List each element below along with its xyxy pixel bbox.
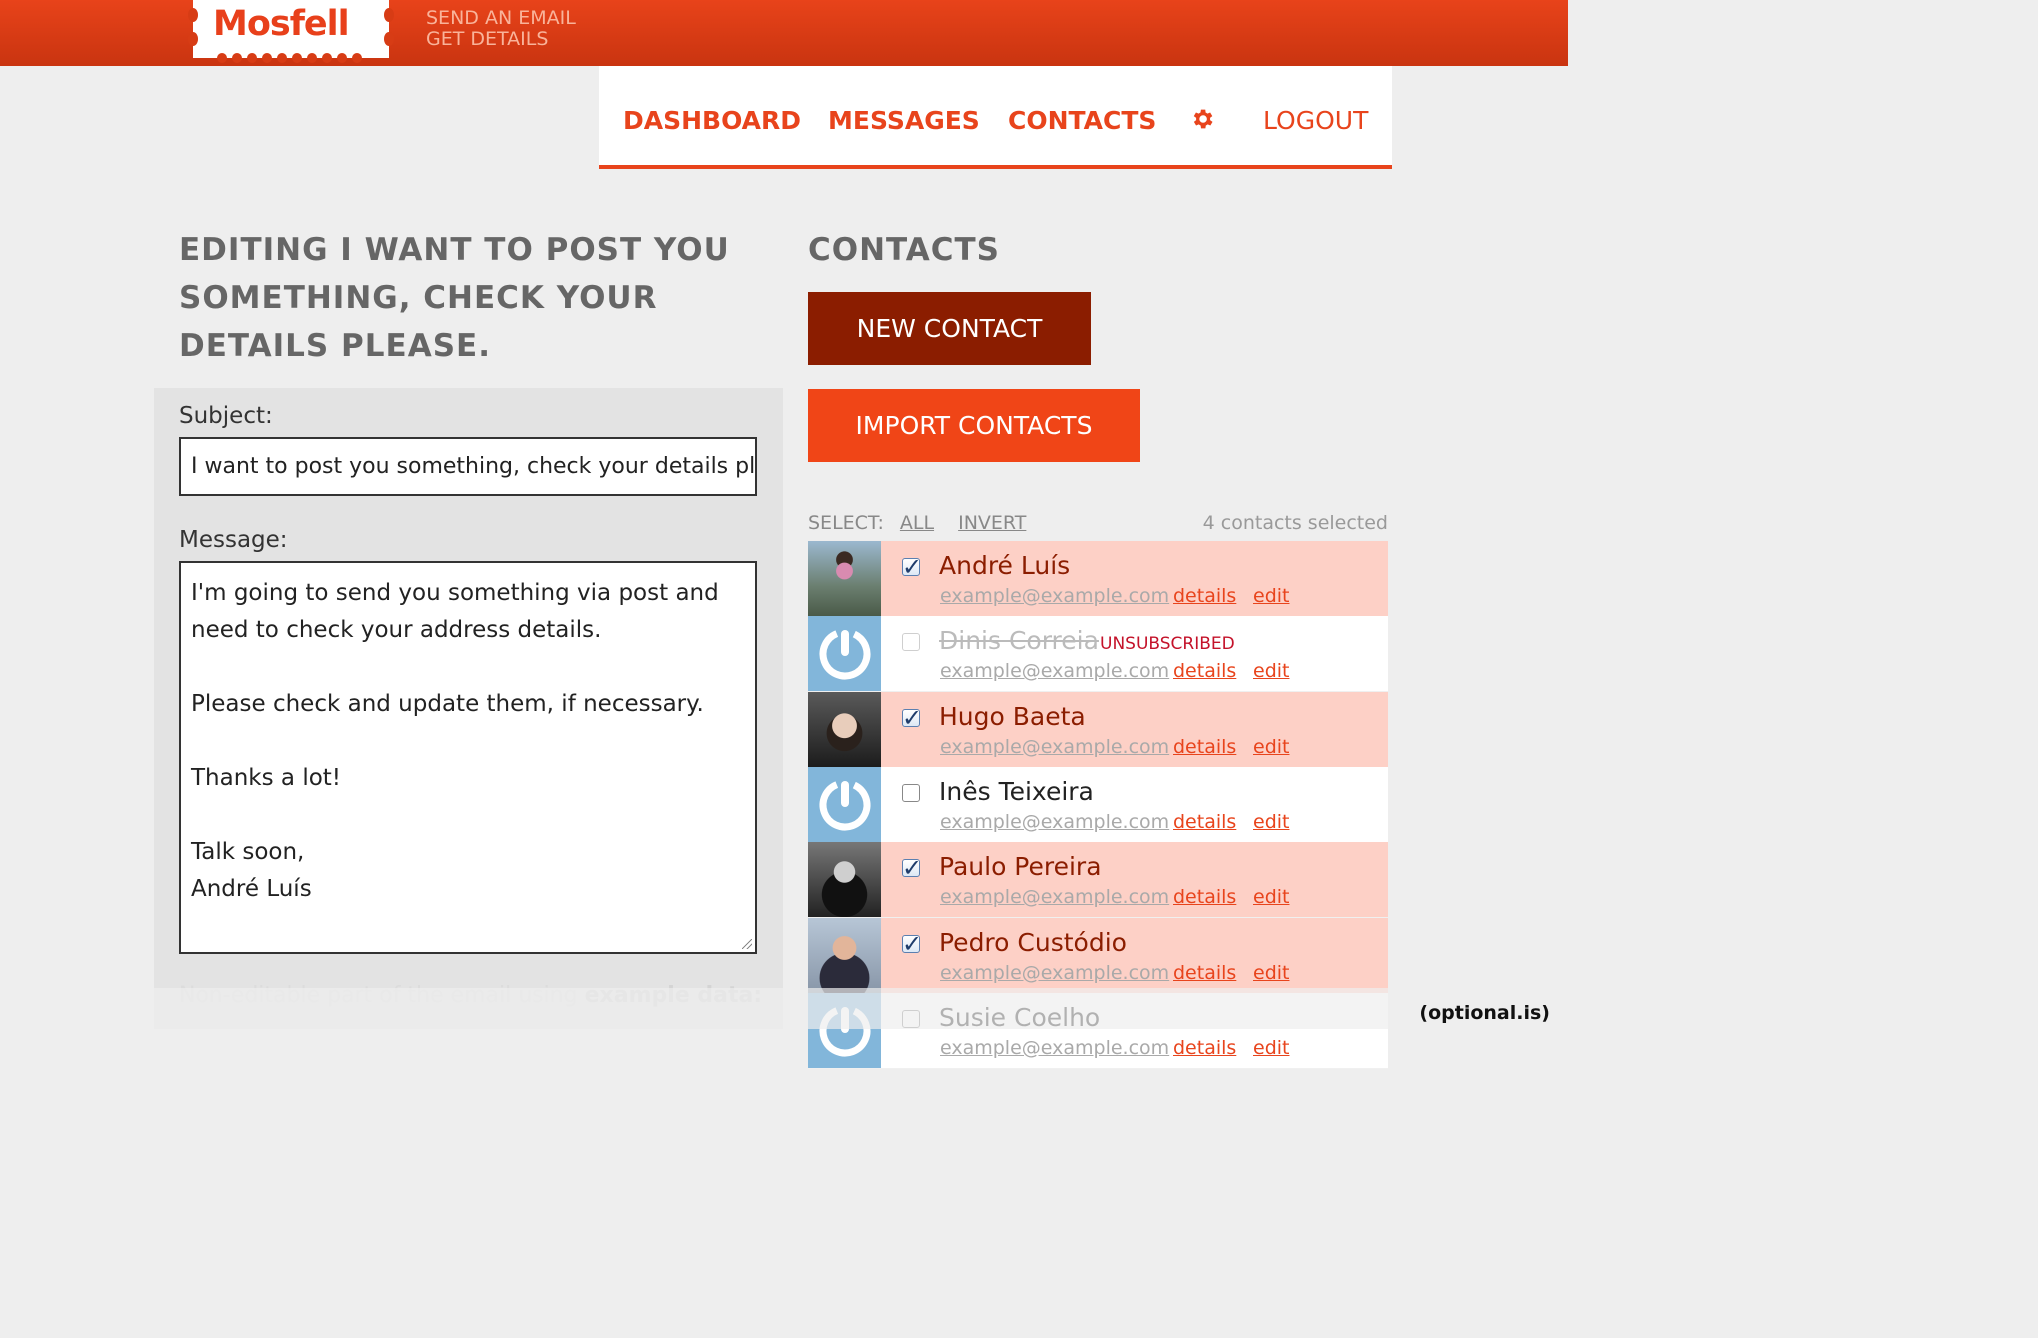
- logo-stamp-edge: [217, 53, 362, 63]
- nav-messages[interactable]: MESSAGES: [828, 106, 980, 135]
- contact-name: Hugo Baeta: [939, 701, 1086, 731]
- contact-details-link[interactable]: details: [1173, 886, 1236, 908]
- contact-name: Pedro Custódio: [939, 927, 1127, 957]
- contact-checkbox[interactable]: ✓: [902, 854, 922, 882]
- subject-label: Subject:: [179, 403, 273, 429]
- contact-row[interactable]: Dinis Correia UNSUBSCRIBED example@example…: [808, 616, 1388, 693]
- message-line: Talk soon,: [191, 839, 305, 865]
- contact-details-link[interactable]: details: [1173, 585, 1236, 607]
- checkmark-icon: ✓: [902, 854, 923, 883]
- contact-details-link[interactable]: details: [1173, 736, 1236, 758]
- avatar: [808, 917, 881, 993]
- contact-checkbox[interactable]: [902, 633, 920, 652]
- contact-email-link[interactable]: example@example.com: [940, 886, 1169, 908]
- unsubscribed-badge: UNSUBSCRIBED: [1100, 634, 1235, 655]
- nav-dashboard[interactable]: DASHBOARD: [623, 106, 801, 135]
- logo-notch: [384, 8, 394, 22]
- logo-notch: [188, 32, 198, 46]
- page-title: EDITING I WANT TO POST YOU SOMETHING, CH…: [179, 232, 730, 364]
- tagline: SEND AN EMAIL GET DETAILS: [426, 8, 576, 50]
- contact-name: Inês Teixeira: [939, 776, 1094, 806]
- avatar: [808, 541, 881, 616]
- contact-edit-link[interactable]: edit: [1253, 736, 1289, 758]
- contact-email-link[interactable]: example@example.com: [940, 962, 1169, 984]
- subject-input[interactable]: I want to post you something, check your…: [179, 437, 757, 496]
- contact-email-link[interactable]: example@example.com: [940, 736, 1169, 758]
- contacts-title: CONTACTS: [808, 232, 1001, 268]
- select-label: SELECT:: [808, 512, 884, 534]
- avatar: [808, 691, 881, 767]
- message-line: I'm going to send you something via post…: [191, 580, 719, 643]
- contact-checkbox[interactable]: ✓: [902, 930, 922, 958]
- contact-checkbox[interactable]: ✓: [902, 553, 922, 581]
- contact-details-link[interactable]: details: [1173, 962, 1236, 984]
- tagline-line: SEND AN EMAIL: [426, 7, 576, 29]
- contact-checkbox[interactable]: ✓: [902, 704, 922, 732]
- contact-name: Paulo Pereira: [939, 852, 1102, 882]
- select-controls: SELECT: ALL INVERT 4 contacts selected: [808, 512, 1388, 534]
- contact-details-link[interactable]: details: [1173, 1037, 1236, 1059]
- contact-edit-link[interactable]: edit: [1253, 585, 1289, 607]
- gear-icon[interactable]: [1189, 106, 1215, 132]
- contact-name: Dinis Correia: [939, 626, 1099, 656]
- contact-details-link[interactable]: details: [1173, 811, 1236, 833]
- contact-row[interactable]: ✓ Pedro Custódio example@example.com detail…: [808, 917, 1388, 994]
- checkmark-icon: ✓: [902, 553, 923, 581]
- main-nav: DASHBOARD MESSAGES CONTACTS LOGOUT: [599, 66, 1392, 169]
- top-bar: Mosfell SEND AN EMAIL GET DETAILS: [0, 0, 1568, 66]
- logo-notch: [188, 8, 198, 22]
- logo[interactable]: Mosfell: [188, 0, 394, 63]
- checkmark-icon: ✓: [902, 929, 923, 958]
- contact-row[interactable]: ✓ Hugo Baeta example@example.com details edi…: [808, 691, 1388, 768]
- contact-edit-link[interactable]: edit: [1253, 811, 1289, 833]
- contact-name: André Luís: [939, 551, 1071, 580]
- message-line: Thanks a lot!: [191, 765, 342, 791]
- tagline-line: GET DETAILS: [426, 28, 549, 50]
- message-line: Please check and update them, if necessa…: [191, 691, 704, 717]
- contact-details-link[interactable]: details: [1173, 660, 1236, 682]
- contact-row[interactable]: ✓ Paulo Pereira example@example.com details…: [808, 842, 1388, 919]
- contact-email-link[interactable]: example@example.com: [940, 1037, 1169, 1059]
- nav-contacts[interactable]: CONTACTS: [1008, 106, 1156, 135]
- message-label: Message:: [179, 527, 288, 553]
- bottom-overlay: [0, 988, 1568, 1029]
- select-invert-link[interactable]: INVERT: [958, 512, 1026, 534]
- contact-email-link[interactable]: example@example.com: [940, 660, 1169, 682]
- contact-row[interactable]: Inês Teixeira example@example.com details e…: [808, 766, 1388, 843]
- select-all-link[interactable]: ALL: [900, 512, 934, 534]
- default-avatar-icon: [808, 616, 881, 692]
- avatar: [808, 842, 881, 918]
- contact-email-link[interactable]: example@example.com: [940, 811, 1169, 833]
- contact-edit-link[interactable]: edit: [1253, 886, 1289, 908]
- logo-text: Mosfell: [213, 4, 350, 44]
- brand-credit[interactable]: (optional.is): [1419, 1002, 1550, 1024]
- selected-count: 4 contacts selected: [1202, 512, 1388, 534]
- message-textarea[interactable]: I'm going to send you something via post…: [179, 561, 757, 954]
- checkmark-icon: ✓: [902, 703, 923, 732]
- contact-checkbox[interactable]: [902, 783, 920, 802]
- contact-row[interactable]: ✓ André Luís example@example.com details edi…: [808, 541, 1388, 617]
- import-contacts-button[interactable]: IMPORT CONTACTS: [808, 389, 1140, 462]
- contact-edit-link[interactable]: edit: [1253, 660, 1289, 682]
- default-avatar-icon: [808, 766, 881, 842]
- contact-edit-link[interactable]: edit: [1253, 962, 1289, 984]
- contact-email-link[interactable]: example@example.com: [940, 585, 1169, 607]
- contact-edit-link[interactable]: edit: [1253, 1037, 1289, 1059]
- nav-logout[interactable]: LOGOUT: [1263, 106, 1368, 135]
- resize-handle[interactable]: [742, 939, 752, 949]
- logo-notch: [384, 32, 394, 46]
- message-line: André Luís: [191, 876, 312, 902]
- new-contact-button[interactable]: NEW CONTACT: [808, 292, 1091, 365]
